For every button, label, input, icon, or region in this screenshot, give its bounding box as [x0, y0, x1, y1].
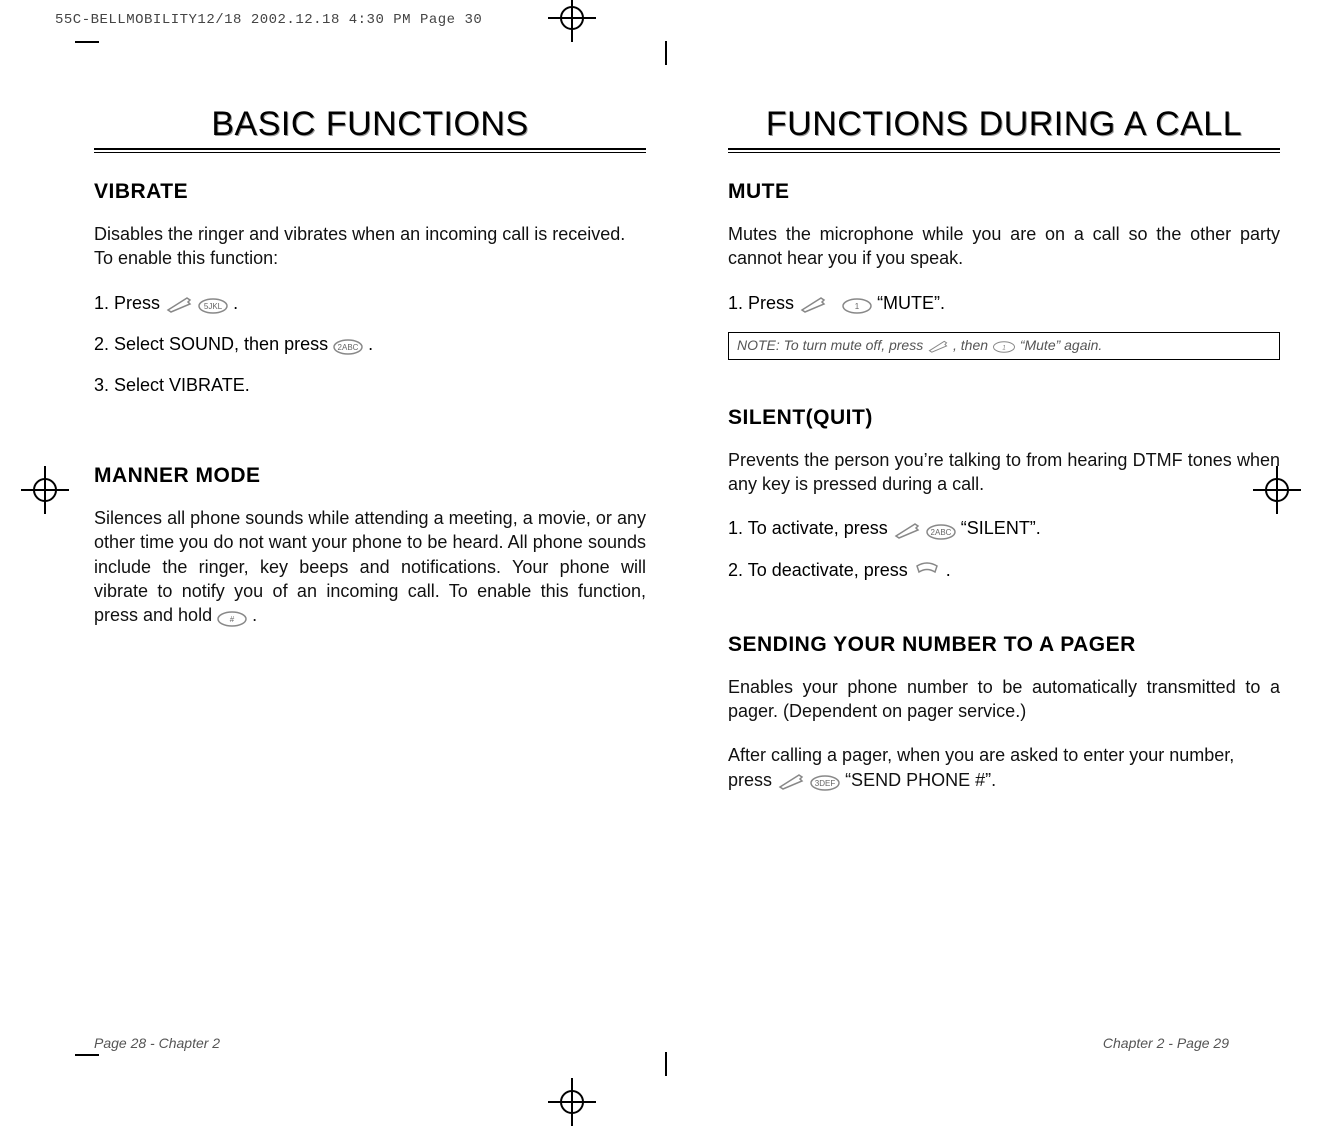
- text-fragment: 1. Press: [94, 293, 165, 313]
- sheet: 55C-BELLMOBILITY12/18 2002.12.18 4:30 PM…: [0, 0, 1323, 1121]
- page-title-right: FUNCTIONS DURING A CALL: [728, 105, 1280, 144]
- registration-mark-center-left: [33, 478, 57, 502]
- key-1-icon: 1: [992, 340, 1016, 352]
- silent-step-2: 2. To deactivate, press .: [728, 558, 1280, 583]
- title-underline: [728, 148, 1280, 152]
- text-fragment: “Mute” again.: [1020, 337, 1102, 353]
- crop-tick: [75, 1054, 99, 1056]
- mute-note: NOTE: To turn mute off, press , then 1 “…: [728, 332, 1280, 360]
- svg-text:2ABC: 2ABC: [930, 528, 951, 537]
- page-right: FUNCTIONS DURING A CALL MUTE Mutes the m…: [728, 75, 1280, 812]
- crop-tick: [665, 41, 667, 65]
- text-fragment: , then: [953, 337, 992, 353]
- text-fragment: 1. To activate, press: [728, 518, 893, 538]
- key-3-icon: 3DEF: [810, 773, 840, 789]
- text-fragment: 2. Select SOUND, then press: [94, 334, 333, 354]
- key-hash-icon: #: [217, 609, 247, 625]
- registration-mark-bottom: [560, 1090, 584, 1114]
- heading-silent: SILENT(QUIT): [728, 406, 1280, 430]
- text-fragment: .: [252, 605, 257, 625]
- key-5-icon: 5JKL: [198, 296, 228, 312]
- folio-left: Page 28 - Chapter 2: [94, 1035, 220, 1051]
- note-text: NOTE: To turn mute off, press , then 1 “…: [737, 337, 1102, 353]
- vibrate-step-1: 1. Press 5JKL .: [94, 291, 646, 316]
- text-fragment: .: [946, 560, 951, 580]
- key-1-icon: 1: [842, 296, 872, 312]
- key-2-icon: 2ABC: [926, 522, 956, 538]
- page-left: BASIC FUNCTIONS VIBRATE Disables the rin…: [94, 75, 646, 648]
- soft-key-icon: [799, 295, 827, 313]
- pager-body: After calling a pager, when you are aske…: [728, 743, 1280, 792]
- page-title-left: BASIC FUNCTIONS: [94, 105, 646, 144]
- vibrate-step-3: 3. Select VIBRATE.: [94, 373, 646, 398]
- vibrate-step-2: 2. Select SOUND, then press 2ABC .: [94, 332, 646, 357]
- print-meta: 55C-BELLMOBILITY12/18 2002.12.18 4:30 PM…: [55, 12, 482, 28]
- soft-key-icon: [893, 521, 921, 539]
- svg-text:#: #: [230, 615, 235, 624]
- mute-intro: Mutes the microphone while you are on a …: [728, 222, 1280, 271]
- svg-text:5JKL: 5JKL: [204, 302, 223, 311]
- crop-tick: [665, 1052, 667, 1076]
- crop-tick: [75, 41, 99, 43]
- svg-text:1: 1: [855, 302, 860, 311]
- soft-key-icon: [927, 339, 949, 353]
- vibrate-intro: Disables the ringer and vibrates when an…: [94, 222, 646, 271]
- svg-text:3DEF: 3DEF: [815, 779, 836, 788]
- svg-text:2ABC: 2ABC: [338, 343, 359, 352]
- text-fragment: 1. Press: [728, 293, 799, 313]
- text-fragment: “MUTE”.: [877, 293, 945, 313]
- heading-pager: SENDING YOUR NUMBER TO A PAGER: [728, 633, 1280, 657]
- heading-mute: MUTE: [728, 180, 1280, 204]
- text-fragment: .: [233, 293, 238, 313]
- soft-key-icon: [777, 772, 805, 790]
- text-fragment: “SILENT”.: [961, 518, 1041, 538]
- pager-intro: Enables your phone number to be automati…: [728, 675, 1280, 724]
- end-key-icon: [913, 562, 941, 580]
- mute-step-1: 1. Press 1 “MUTE”.: [728, 291, 1280, 316]
- text-fragment: NOTE: To turn mute off, press: [737, 337, 927, 353]
- text-fragment: 2. To deactivate, press: [728, 560, 913, 580]
- manner-body: Silences all phone sounds while attendin…: [94, 506, 646, 627]
- silent-step-1: 1. To activate, press 2ABC “SILENT”.: [728, 516, 1280, 541]
- text-fragment: .: [368, 334, 373, 354]
- key-2-icon: 2ABC: [333, 337, 363, 353]
- soft-key-icon: [165, 295, 193, 313]
- folio-right: Chapter 2 - Page 29: [1103, 1035, 1229, 1051]
- text-fragment: “SEND PHONE #”.: [845, 770, 996, 790]
- heading-manner: MANNER MODE: [94, 464, 646, 488]
- silent-intro: Prevents the person you’re talking to fr…: [728, 448, 1280, 497]
- heading-vibrate: VIBRATE: [94, 180, 646, 204]
- title-underline: [94, 148, 646, 152]
- registration-mark-top: [560, 6, 584, 30]
- text-fragment: Silences all phone sounds while attendin…: [94, 508, 646, 625]
- svg-text:1: 1: [1002, 345, 1005, 351]
